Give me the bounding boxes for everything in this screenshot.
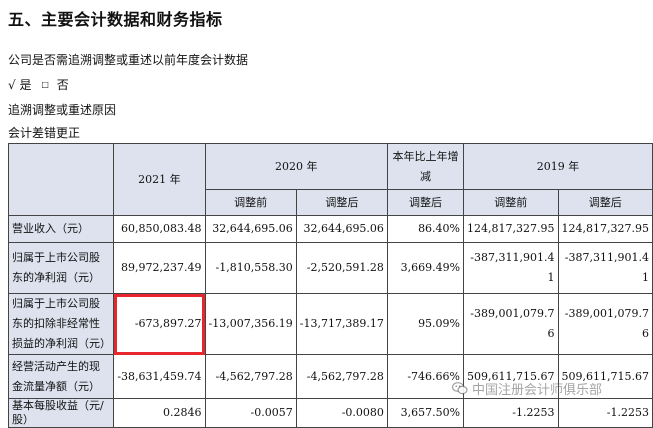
table-header-row: 2021 年 2020 年 本年比上年增减 2019 年 [7, 143, 653, 216]
answer-no: 否 [56, 78, 69, 92]
cell-2021-highlighted: -673,897.27 [113, 293, 206, 355]
restatement-question: 公司是否需追溯调整或重述以前年度会计数据 [8, 53, 249, 67]
cell-2020-after: 32,644,695.06 [295, 215, 388, 243]
cell-change: 3,657.50% [386, 398, 465, 428]
answer-yes: 是 [19, 78, 32, 92]
cell-2020-before: 32,644,695.06 [204, 215, 297, 243]
cell-2020-before: -1,810,558.30 [204, 242, 297, 294]
cell-2020-before: -13,007,356.19 [204, 293, 297, 355]
cell-2019-after: -389,001,079.76 [557, 293, 653, 355]
section-title: 五、主要会计数据和财务指标 [8, 10, 223, 29]
cell-2021: 89,972,237.49 [113, 242, 206, 294]
restatement-reason-label: 追溯调整或重述原因 [8, 103, 117, 117]
cell-change: 3,669.49% [386, 242, 465, 294]
row-label: 归属于上市公司股东的扣除非经常性损益的净利润（元） [7, 293, 115, 355]
cell-change: 86.40% [386, 215, 465, 243]
cell-2020-before: -4,562,797.28 [204, 354, 297, 399]
checkmark: √ [8, 78, 16, 92]
watermark: 中国注册会计师俱乐部 [452, 379, 602, 398]
subheader-2020-after: 调整后 [295, 189, 388, 216]
checkbox-empty-icon: □ [41, 80, 49, 89]
cell-2020-after: -2,520,591.28 [295, 242, 388, 294]
table-row: 基本每股收益（元/股） 0.2846 -0.0057 -0.0080 3,657… [7, 398, 653, 428]
cell-2019-before: -387,311,901.41 [463, 242, 559, 294]
cell-2020-after: -0.0080 [295, 398, 388, 428]
row-label: 营业收入（元） [7, 215, 115, 243]
restatement-reason-value: 会计差错更正 [8, 126, 81, 140]
cell-2019-after: -1.2253 [557, 398, 653, 428]
cell-2021: 0.2846 [113, 398, 206, 428]
header-change: 本年比上年增减 [386, 143, 465, 190]
cell-2020-before: -0.0057 [204, 398, 297, 428]
cell-2019-after: 124,817,327.95 [557, 215, 653, 243]
row-label: 归属于上市公司股东的净利润（元） [7, 242, 115, 294]
cell-2019-after: -387,311,901.41 [557, 242, 653, 294]
wechat-icon [452, 382, 468, 395]
table-row: 营业收入（元） 60,850,083.48 32,644,695.06 32,6… [7, 215, 653, 243]
cell-2019-before: -1.2253 [463, 398, 559, 428]
cell-2019-before: -389,001,079.76 [463, 293, 559, 355]
cell-2021: 60,850,083.48 [113, 215, 206, 243]
subheader-2019-before: 调整前 [463, 189, 559, 216]
header-2021: 2021 年 [113, 143, 206, 216]
cell-2019-before: 124,817,327.95 [463, 215, 559, 243]
row-label: 经营活动产生的现金流量净额（元） [7, 354, 115, 399]
subheader-2020-before: 调整前 [204, 189, 297, 216]
table-row: 归属于上市公司股东的净利润（元） 89,972,237.49 -1,810,55… [7, 242, 653, 294]
subheader-change-after: 调整后 [386, 189, 465, 216]
table-row: 归属于上市公司股东的扣除非经常性损益的净利润（元） -673,897.27 -1… [7, 293, 653, 355]
header-blank [7, 143, 115, 216]
cell-2020-after: -4,562,797.28 [295, 354, 388, 399]
watermark-text: 中国注册会计师俱乐部 [472, 383, 603, 398]
cell-2021: -38,631,459.74 [113, 354, 206, 399]
row-label: 基本每股收益（元/股） [7, 398, 115, 428]
header-2020: 2020 年 [204, 143, 388, 190]
cell-change: 95.09% [386, 293, 465, 355]
header-2019: 2019 年 [463, 143, 653, 190]
subheader-2019-after: 调整后 [557, 189, 653, 216]
restatement-answer: √ 是 □ 否 [8, 76, 69, 93]
cell-2020-after: -13,717,389.17 [295, 293, 388, 355]
